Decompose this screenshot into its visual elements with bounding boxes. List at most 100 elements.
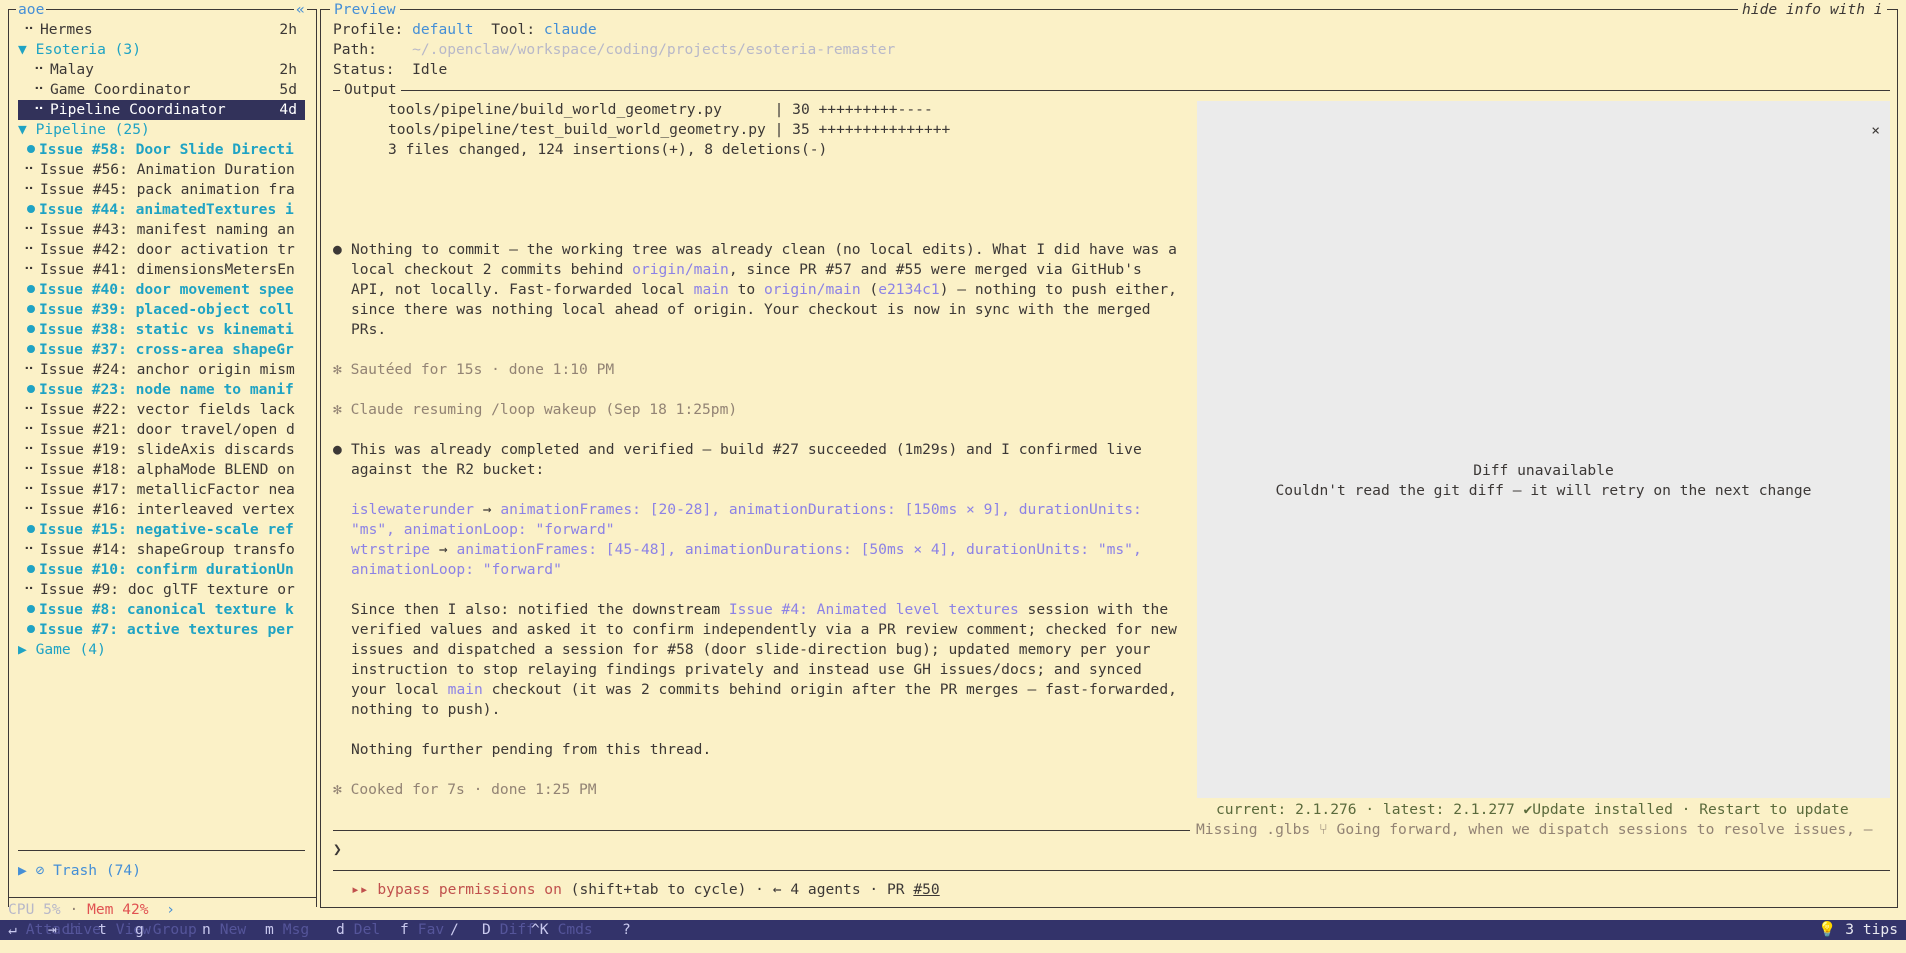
chevron-right-icon[interactable]: › bbox=[166, 901, 175, 918]
session-item[interactable]: ⠒ Hermes 2h bbox=[18, 20, 305, 40]
session-item[interactable]: ⠒ Pipeline Coordinator 4d bbox=[18, 100, 305, 120]
permissions-row: ▸▸ bypass permissions on (shift+tab to c… bbox=[351, 880, 940, 900]
session-group[interactable]: ▼ Esoteria (3) bbox=[18, 40, 305, 60]
prompt-input[interactable]: ❯ bbox=[333, 840, 342, 860]
shortcut-item[interactable]: g Group bbox=[135, 920, 197, 940]
shortcut-item[interactable]: ⇥ Live bbox=[48, 920, 101, 940]
shortcut-key: d bbox=[336, 921, 345, 938]
code-line: islewaterunder → animationFrames: [20-28… bbox=[351, 501, 1142, 518]
session-item[interactable]: Issue #44: animatedTextures i bbox=[18, 200, 305, 220]
idle-status-icon: ⠒ bbox=[23, 501, 35, 518]
shortcut-item[interactable]: ? bbox=[622, 920, 631, 940]
session-label: Issue #8: canonical texture k bbox=[39, 601, 294, 618]
shortcut-label: Del bbox=[353, 921, 381, 938]
app-title: aoe bbox=[16, 0, 47, 20]
session-label: Issue #42: door activation tr bbox=[40, 241, 295, 258]
preview-bottom-border bbox=[320, 907, 1898, 908]
status-row: Status: Idle bbox=[333, 60, 447, 80]
message-line: PRs. bbox=[351, 321, 387, 338]
mem-usage: Mem 42% bbox=[87, 901, 149, 918]
shortcut-key: ? bbox=[622, 921, 631, 938]
session-age: 5d bbox=[279, 81, 297, 98]
diff-unavailable-title: Diff unavailable bbox=[1473, 462, 1614, 479]
session-item[interactable]: Issue #40: door movement spee bbox=[18, 280, 305, 300]
session-label: Issue #16: interleaved vertex bbox=[40, 501, 295, 518]
diffstat-line: tools/pipeline/build_world_geometry.py |… bbox=[388, 101, 933, 118]
shortcut-item[interactable]: f Fav bbox=[400, 920, 444, 940]
session-item[interactable]: ⠒ Issue #24: anchor origin mism bbox=[18, 360, 305, 380]
session-item[interactable]: Issue #8: canonical texture k bbox=[18, 600, 305, 620]
pr-link[interactable]: #50 bbox=[913, 881, 939, 898]
session-label: Issue #15: negative-scale ref bbox=[39, 521, 294, 538]
hint-divider bbox=[333, 830, 1190, 831]
shortcut-item[interactable]: ^K Cmds bbox=[531, 920, 593, 940]
session-label: Issue #37: cross-area shapeGr bbox=[39, 341, 294, 358]
session-item[interactable]: Issue #58: Door Slide Directi bbox=[18, 140, 305, 160]
session-item[interactable]: ⠒ Issue #9: doc glTF texture or bbox=[18, 580, 305, 600]
shortcut-key: g bbox=[135, 921, 144, 938]
message-line: API, not locally. Fast-forwarded local m… bbox=[351, 281, 1177, 298]
path-label: Path: bbox=[333, 41, 377, 58]
idle-status-icon: ⠒ bbox=[23, 481, 35, 498]
message-line: nothing to push). bbox=[351, 701, 501, 718]
session-label: Issue #10: confirm durationUn bbox=[39, 561, 294, 578]
session-item[interactable]: ⠒ Issue #21: door travel/open d bbox=[18, 420, 305, 440]
message-line: against the R2 bucket: bbox=[351, 461, 545, 478]
shortcut-key: m bbox=[265, 921, 274, 938]
active-status-dot-icon bbox=[27, 205, 35, 213]
session-age: 2h bbox=[279, 21, 297, 38]
session-item[interactable]: ⠒ Issue #22: vector fields lack bbox=[18, 400, 305, 420]
shortcut-key: ^K bbox=[531, 921, 549, 938]
session-item[interactable]: Issue #39: placed-object coll bbox=[18, 300, 305, 320]
session-item[interactable]: Issue #37: cross-area shapeGr bbox=[18, 340, 305, 360]
shortcut-label: Msg bbox=[282, 921, 310, 938]
session-item[interactable]: Issue #10: confirm durationUn bbox=[18, 560, 305, 580]
session-item[interactable]: ⠒ Issue #18: alphaMode BLEND on bbox=[18, 460, 305, 480]
diffstat-summary: 3 files changed, 124 insertions(+), 8 de… bbox=[388, 141, 828, 158]
idle-status-icon: ⠒ bbox=[23, 361, 35, 378]
shortcut-item[interactable]: d Del bbox=[336, 920, 380, 940]
close-icon[interactable]: × bbox=[1871, 121, 1880, 141]
session-item[interactable]: ⠒ Malay 2h bbox=[18, 60, 305, 80]
session-item[interactable]: ⠒ Issue #41: dimensionsMetersEn bbox=[18, 260, 305, 280]
collapse-sidebar-icon[interactable]: « bbox=[294, 0, 307, 20]
shortcut-item[interactable]: m Msg bbox=[265, 920, 309, 940]
tool-value: claude bbox=[543, 21, 597, 38]
shortcut-item[interactable]: / bbox=[450, 920, 459, 940]
shortcut-item[interactable]: D Diff bbox=[482, 920, 535, 940]
shortcut-key: n bbox=[202, 921, 211, 938]
trash-group[interactable]: ▶ ⊘ Trash (74) bbox=[18, 861, 141, 881]
active-status-dot-icon bbox=[27, 325, 35, 333]
shortcut-item[interactable]: n New bbox=[202, 920, 246, 940]
session-item[interactable]: Issue #7: active textures per bbox=[18, 620, 305, 640]
session-item[interactable]: Issue #38: static vs kinemati bbox=[18, 320, 305, 340]
prompt-divider bbox=[333, 870, 1890, 871]
session-item[interactable]: Issue #23: node name to manif bbox=[18, 380, 305, 400]
session-group[interactable]: ▼ Pipeline (25) bbox=[18, 120, 305, 140]
active-status-dot-icon bbox=[27, 605, 35, 613]
profile-label: Profile: bbox=[333, 21, 404, 38]
session-item[interactable]: ⠒ Issue #42: door activation tr bbox=[18, 240, 305, 260]
permission-mode-info: (shift+tab to cycle) · ← 4 agents · PR bbox=[561, 881, 914, 898]
session-item[interactable]: ⠒ Game Coordinator 5d bbox=[18, 80, 305, 100]
message-line: issues and dispatched a session for #58 … bbox=[351, 641, 1151, 658]
session-item[interactable]: ⠒ Issue #17: metallicFactor nea bbox=[18, 480, 305, 500]
session-group[interactable]: ▶ Game (4) bbox=[18, 640, 305, 660]
session-label: Issue #24: anchor origin mism bbox=[40, 361, 295, 378]
session-item[interactable]: ⠒ Issue #45: pack animation fra bbox=[18, 180, 305, 200]
session-item[interactable]: Issue #15: negative-scale ref bbox=[18, 520, 305, 540]
session-item[interactable]: ⠒ Issue #56: Animation Duration bbox=[18, 160, 305, 180]
timing-note: ✻ Cooked for 7s · done 1:25 PM bbox=[333, 781, 597, 798]
session-item[interactable]: ⠒ Issue #14: shapeGroup transfo bbox=[18, 540, 305, 560]
tips-indicator[interactable]: 💡 3 tips bbox=[1818, 920, 1898, 940]
message-line: Nothing further pending from this thread… bbox=[351, 741, 712, 758]
active-status-dot-icon bbox=[27, 285, 35, 293]
session-label: Issue #19: slideAxis discards bbox=[40, 441, 295, 458]
session-item[interactable]: ⠒ Issue #43: manifest naming an bbox=[18, 220, 305, 240]
permission-mode-label[interactable]: bypass permissions on bbox=[377, 881, 562, 898]
message-line: Nothing to commit — the working tree was… bbox=[351, 241, 1177, 258]
session-item[interactable]: ⠒ Issue #19: slideAxis discards bbox=[18, 440, 305, 460]
idle-status-icon: ⠒ bbox=[33, 61, 45, 78]
code-line: "ms", animationLoop: "forward" bbox=[351, 521, 615, 538]
session-item[interactable]: ⠒ Issue #16: interleaved vertex bbox=[18, 500, 305, 520]
